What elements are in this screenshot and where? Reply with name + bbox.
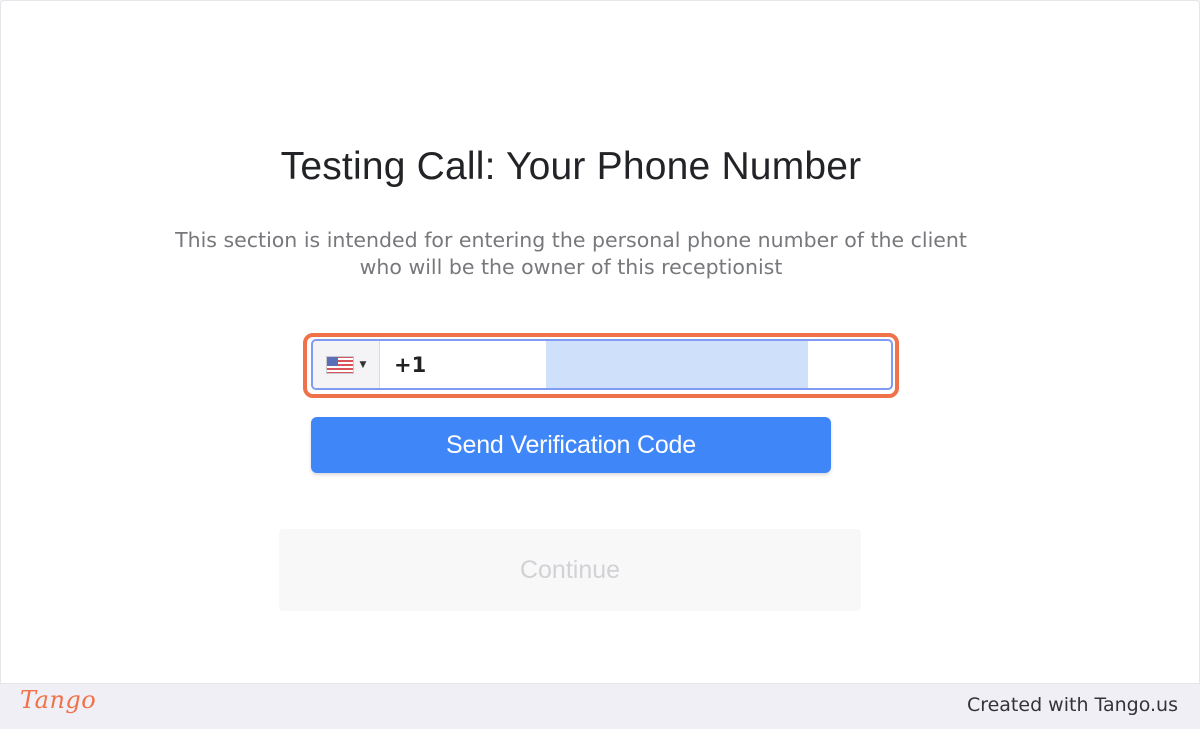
created-with-text: Created with Tango.us (966, 694, 1178, 716)
send-verification-code-button[interactable]: Send Verification Code (311, 417, 831, 473)
country-code-dropdown[interactable]: ▼ (313, 341, 380, 388)
footer-bar: Tango Created with Tango.us (0, 684, 1200, 729)
redacted-phone-number (546, 341, 809, 388)
description-line-2: who will be the owner of this receptioni… (359, 255, 783, 279)
page-canvas: Testing Call: Your Phone Number This sec… (0, 0, 1200, 684)
phone-number-input[interactable] (430, 341, 891, 388)
continue-button[interactable]: Continue (279, 529, 861, 611)
chevron-down-icon: ▼ (359, 359, 367, 370)
phone-number-field: ▼ +1 (311, 339, 893, 390)
page-description: This section is intended for entering th… (61, 227, 1081, 281)
dial-code: +1 (394, 352, 427, 377)
us-flag-icon (325, 355, 354, 374)
tango-logo: Tango (20, 686, 97, 714)
page-title: Testing Call: Your Phone Number (280, 145, 862, 188)
description-line-1: This section is intended for entering th… (175, 228, 967, 252)
